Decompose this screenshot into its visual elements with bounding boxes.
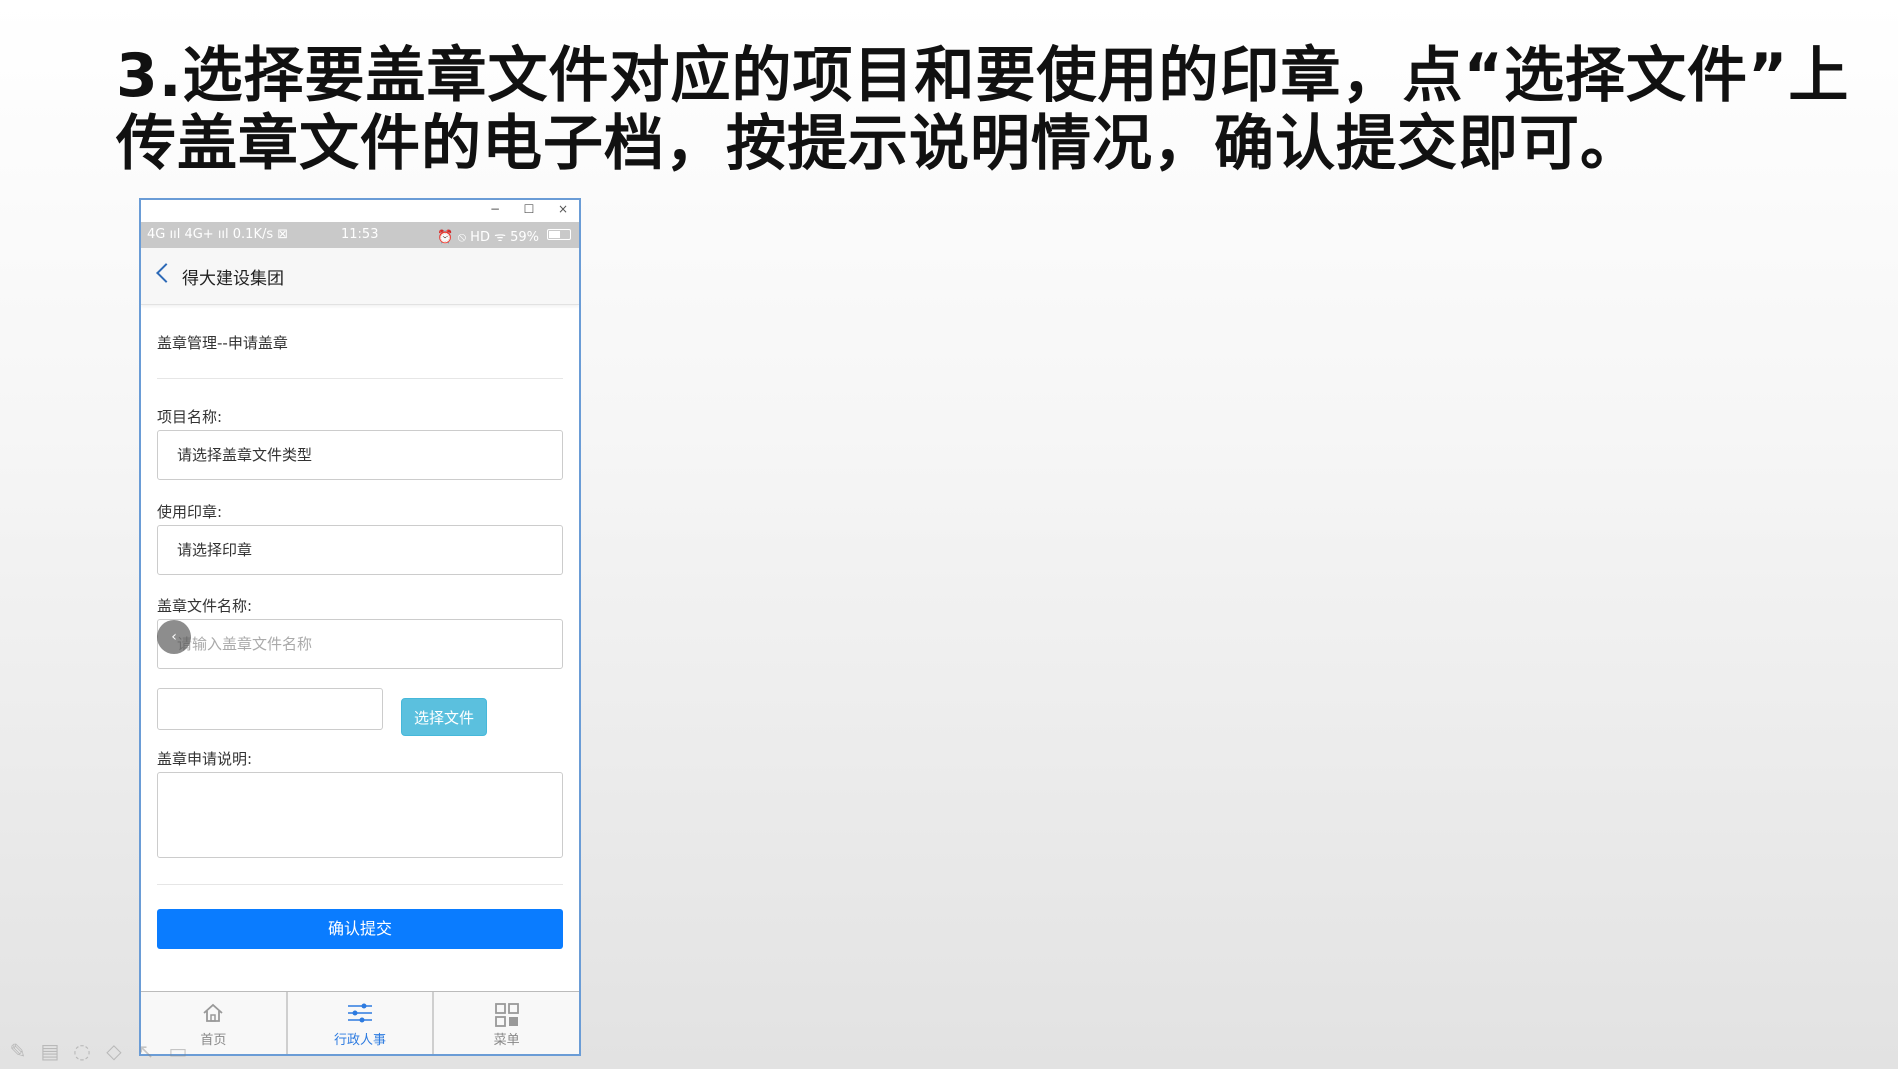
choose-file-button[interactable]: 选择文件 (401, 698, 487, 736)
signal-indicators: 4G ııl 4G+ ııl 0.1K/s ⊠ (147, 227, 289, 242)
eraser-icon[interactable]: ◇ (102, 1039, 126, 1063)
back-arrow-icon[interactable] (156, 263, 176, 283)
maximize-button[interactable]: ☐ (521, 202, 537, 216)
submit-button[interactable]: 确认提交 (157, 909, 563, 949)
tab-label: 菜单 (493, 1033, 520, 1048)
slide-title: 3.选择要盖章文件对应的项目和要使用的印章，点“选择文件”上 传盖章文件的电子档… (116, 41, 1850, 179)
minimize-button[interactable]: − (487, 202, 503, 216)
close-button[interactable]: × (555, 202, 571, 216)
highlighter-icon[interactable]: ◌ (70, 1039, 94, 1063)
filename-label: 盖章文件名称: (157, 597, 253, 615)
seal-label: 使用印章: (157, 503, 223, 521)
file-path-box (157, 688, 383, 730)
status-icons: ⏰ ⦸ HD ᯤ 59% (437, 230, 539, 245)
battery-icon (547, 229, 571, 240)
back-overlay-icon[interactable]: ‹ (157, 620, 191, 654)
description-label: 盖章申请说明: (157, 750, 253, 768)
status-bar: 4G ııl 4G+ ııl 0.1K/s ⊠ 11:53 ⏰ ⦸ HD ᯤ 5… (141, 222, 579, 248)
presentation-toolbar: ✎ ▤ ◌ ◇ ↖ ▭ (6, 1039, 190, 1063)
status-time: 11:53 (341, 227, 379, 242)
project-label: 项目名称: (157, 408, 223, 426)
tab-bar: 首页 行政人事 菜单 (141, 991, 579, 1054)
seal-select[interactable]: 请选择印章 (157, 525, 563, 575)
description-textarea[interactable] (157, 772, 563, 858)
phone-window: − ☐ × 4G ııl 4G+ ııl 0.1K/s ⊠ 11:53 ⏰ ⦸ … (139, 198, 581, 1056)
nav-title: 得大建设集团 (182, 269, 284, 289)
filename-input[interactable]: 请输入盖章文件名称 (157, 619, 563, 669)
home-icon (202, 1002, 224, 1028)
sliders-icon (346, 1002, 374, 1028)
tab-admin-hr[interactable]: 行政人事 (288, 992, 435, 1054)
divider (157, 884, 563, 885)
breadcrumb: 盖章管理--申请盖章 (157, 334, 288, 352)
camera-icon[interactable]: ▭ (166, 1039, 190, 1063)
nav-bar: 得大建设集团 (141, 248, 579, 305)
slide-title-line-2: 传盖章文件的电子档，按提示说明情况，确认提交即可。 (116, 109, 1641, 179)
pointer-icon[interactable]: ↖ (134, 1039, 158, 1063)
divider (157, 378, 563, 379)
tab-menu[interactable]: 菜单 (434, 992, 579, 1054)
slide-title-line-1: 3.选择要盖章文件对应的项目和要使用的印章，点“选择文件”上 (116, 41, 1850, 111)
window-title-bar: − ☐ × (141, 200, 579, 222)
grid-icon (494, 1002, 520, 1032)
tab-label: 行政人事 (334, 1033, 387, 1048)
slides-icon[interactable]: ▤ (38, 1039, 62, 1063)
pen-icon[interactable]: ✎ (6, 1039, 30, 1063)
project-select[interactable]: 请选择盖章文件类型 (157, 430, 563, 480)
